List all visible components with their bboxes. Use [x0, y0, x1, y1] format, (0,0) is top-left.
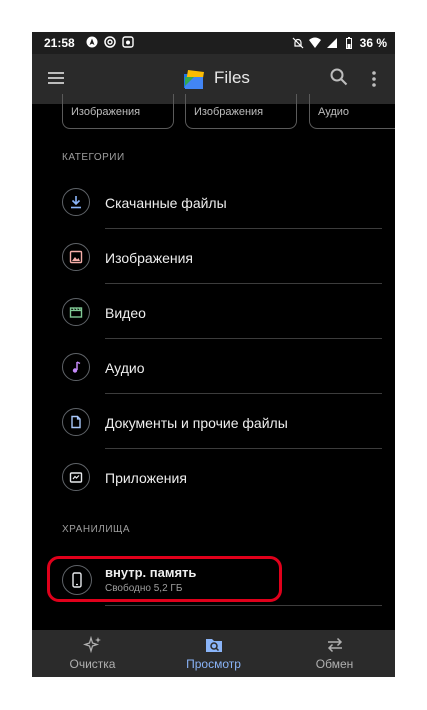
battery-icon: [345, 37, 352, 49]
menu-icon[interactable]: [48, 71, 64, 85]
music-icon: [62, 353, 90, 381]
category-video[interactable]: Видео: [60, 284, 382, 339]
chip-audio[interactable]: Аудио: [309, 94, 395, 129]
chip-images-1[interactable]: Изображения: [62, 94, 174, 129]
storage-heading: ХРАНИЛИЩА: [62, 524, 131, 535]
apps-icon: [62, 463, 90, 491]
notification-icons: [86, 36, 134, 48]
category-label: Скачанные файлы: [105, 195, 227, 211]
signal-icon: [326, 38, 337, 48]
nav-clean[interactable]: Очистка: [32, 630, 153, 677]
category-downloads[interactable]: Скачанные файлы: [60, 174, 382, 229]
nav-label: Очистка: [69, 657, 116, 671]
video-icon: [62, 298, 90, 326]
nav-browse[interactable]: Просмотр: [153, 630, 274, 677]
divider: [105, 605, 382, 606]
swap-icon: [327, 637, 342, 653]
category-images[interactable]: Изображения: [60, 229, 382, 284]
more-options-icon[interactable]: [371, 69, 377, 89]
bottom-navigation: Очистка Просмотр Обмен: [32, 630, 395, 677]
image-icon: [62, 243, 90, 271]
nav-label: Обмен: [315, 657, 354, 671]
app-title: Files: [214, 68, 250, 87]
navigation-icon: [86, 36, 98, 48]
document-icon: [62, 408, 90, 436]
muted-bell-icon: [292, 37, 304, 49]
category-apps[interactable]: Приложения: [60, 449, 382, 504]
search-icon[interactable]: [330, 68, 348, 86]
nav-share[interactable]: Обмен: [274, 630, 395, 677]
category-audio[interactable]: Аудио: [60, 339, 382, 394]
category-label: Изображения: [105, 250, 193, 266]
status-bar: 21:58 36 %: [32, 32, 395, 54]
categories-heading: КАТЕГОРИИ: [62, 152, 125, 163]
category-documents[interactable]: Документы и прочие файлы: [60, 394, 382, 449]
sparkle-icon: [82, 636, 101, 654]
browse-icon: [205, 639, 222, 652]
photo-icon: [122, 36, 134, 48]
recent-chips: Изображения Изображения Аудио: [32, 94, 395, 130]
category-label: Видео: [105, 305, 146, 321]
status-time: 21:58: [44, 36, 75, 50]
category-label: Документы и прочие файлы: [105, 415, 288, 431]
highlight-annotation: [47, 556, 282, 602]
category-label: Аудио: [105, 360, 145, 376]
files-logo-icon: [184, 70, 204, 89]
status-right: 36 %: [292, 36, 387, 50]
chip-images-2[interactable]: Изображения: [185, 94, 297, 129]
download-icon: [62, 188, 90, 216]
phone-screen: 21:58 36 % Files Изображения Изображения: [32, 32, 395, 677]
category-label: Приложения: [105, 470, 187, 486]
battery-level: 36 %: [359, 36, 387, 50]
wifi-icon: [308, 37, 321, 48]
nav-label: Просмотр: [186, 657, 241, 671]
at-icon: [104, 36, 116, 48]
